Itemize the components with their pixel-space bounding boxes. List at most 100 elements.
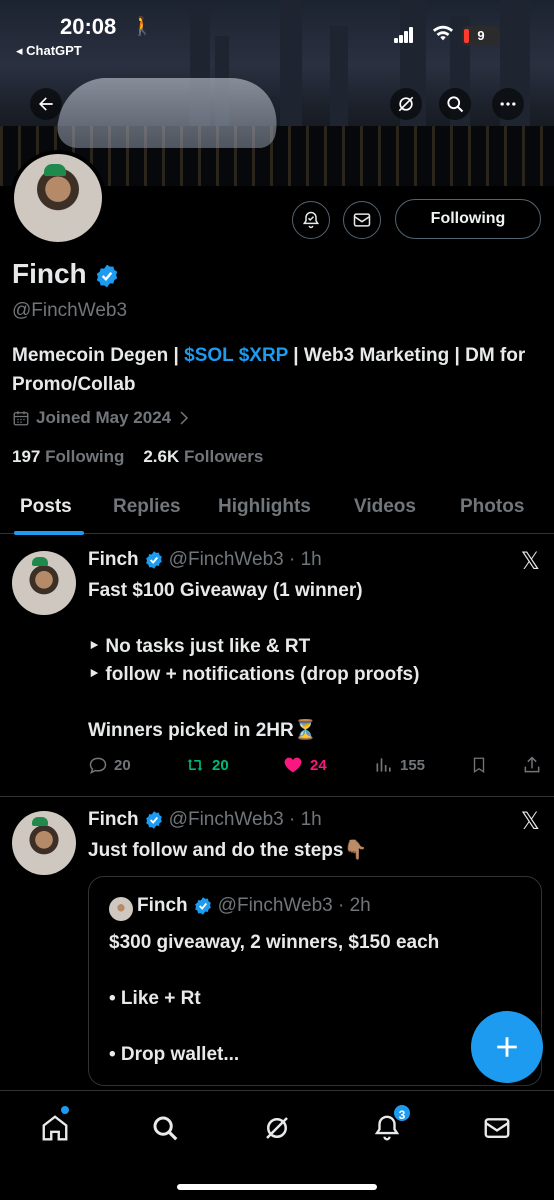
- tweet-actions: 20 20 24 155: [88, 755, 542, 779]
- tweet[interactable]: Finch @FinchWeb3 · 1h 𝕏 Fast $100 Giveaw…: [0, 535, 554, 797]
- reply-count: 20: [114, 756, 131, 774]
- tweet-avatar[interactable]: [12, 811, 76, 875]
- views-button[interactable]: 155: [374, 755, 425, 775]
- profile-handle: @FinchWeb3: [12, 300, 128, 321]
- message-button[interactable]: [343, 201, 381, 239]
- quoted-tweet-header: Finch @FinchWeb3 · 2h: [137, 895, 371, 917]
- tab-posts[interactable]: Posts: [20, 496, 72, 518]
- more-icon: [500, 102, 516, 106]
- bookmark-button[interactable]: [470, 755, 488, 775]
- reply-icon: [89, 757, 107, 774]
- home-indicator: [177, 1184, 377, 1190]
- quoted-line: • Like + Rt: [109, 988, 201, 1009]
- home-icon: [42, 1115, 68, 1141]
- like-button[interactable]: 24: [282, 755, 327, 775]
- back-button[interactable]: [30, 88, 62, 120]
- retweet-count: 20: [212, 756, 229, 774]
- profile-name-text: Finch: [12, 258, 87, 289]
- notify-button[interactable]: [292, 201, 330, 239]
- joined-text: Joined May 2024: [36, 408, 172, 427]
- follow-stats: 197 Following 2.6K Followers: [12, 447, 263, 467]
- tab-replies[interactable]: Replies: [113, 496, 181, 518]
- tweet-line: ‣ No tasks just like & RT: [88, 636, 311, 657]
- clock: 20:08: [60, 14, 117, 39]
- x-logo-icon: 𝕏: [520, 807, 540, 835]
- signal-icon: [394, 27, 414, 43]
- tweet-handle-time: @FinchWeb3 · 1h: [168, 809, 322, 830]
- joined-date: Joined May 2024: [12, 408, 191, 428]
- compose-button[interactable]: [471, 1011, 543, 1083]
- tab-photos[interactable]: Photos: [460, 496, 524, 518]
- nav-home[interactable]: [38, 1111, 72, 1145]
- tweet-text: Just follow and do the steps👇🏽: [88, 837, 538, 865]
- following-label: Following: [40, 447, 125, 466]
- quoted-line: • Drop wallet...: [109, 1044, 240, 1065]
- notification-bell-icon: [302, 211, 320, 229]
- back-arrow-icon: [39, 97, 53, 111]
- home-new-dot: [61, 1106, 69, 1114]
- followers-label: Followers: [179, 447, 264, 466]
- search-button[interactable]: [439, 88, 471, 120]
- following-count: 197: [12, 447, 41, 466]
- tweet-avatar[interactable]: [12, 551, 76, 615]
- followers-link[interactable]: 2.6K Followers: [143, 447, 263, 466]
- quoted-handle-time: @FinchWeb3 · 2h: [217, 895, 371, 916]
- nav-search[interactable]: [148, 1111, 182, 1145]
- tweet-handle-time: @FinchWeb3 · 1h: [168, 549, 322, 570]
- verified-icon: [145, 551, 162, 569]
- wifi-icon: [432, 25, 454, 41]
- tab-highlights[interactable]: Highlights: [218, 496, 311, 518]
- tweet-author-name[interactable]: Finch: [88, 549, 139, 571]
- reply-button[interactable]: 20: [88, 755, 131, 775]
- notifications-badge: 3: [392, 1103, 412, 1123]
- profile-avatar[interactable]: [10, 150, 106, 246]
- verified-icon: [194, 897, 211, 915]
- person-icon: 🚶: [131, 16, 154, 36]
- share-icon: [524, 756, 540, 773]
- retweet-icon: [187, 759, 203, 771]
- quoted-tweet-avatar: [109, 897, 133, 921]
- views-icon: [376, 758, 391, 772]
- tweet-line: Just follow and do the steps👇🏽: [88, 840, 368, 861]
- chevron-right-icon[interactable]: [177, 409, 191, 427]
- x-logo-icon: 𝕏: [520, 547, 540, 575]
- bio-text: Memecoin Degen |: [12, 345, 185, 366]
- status-bar: 20:08 🚶 ◂ ChatGPT 9: [0, 0, 554, 60]
- tab-videos[interactable]: Videos: [354, 496, 416, 518]
- calendar-icon: [13, 411, 29, 426]
- verified-icon: [145, 811, 162, 829]
- retweet-button[interactable]: 20: [184, 755, 229, 775]
- search-icon: [153, 1116, 178, 1141]
- grok-button[interactable]: [390, 88, 422, 120]
- tweet-header: Finch @FinchWeb3 · 1h: [88, 809, 322, 831]
- tweet-text: Fast $100 Giveaway (1 winner) ‣ No tasks…: [88, 577, 538, 745]
- quoted-line: $300 giveaway, 2 winners, $150 each: [109, 932, 440, 953]
- cashtag-link[interactable]: $SOL $XRP: [184, 345, 288, 366]
- heart-icon: [284, 757, 302, 773]
- following-link[interactable]: 197 Following: [12, 447, 124, 466]
- profile-name: Finch: [12, 258, 120, 290]
- like-count: 24: [310, 756, 327, 774]
- mail-icon: [484, 1118, 510, 1138]
- views-count: 155: [400, 756, 426, 774]
- tweet-line: Winners picked in 2HR⏳: [88, 720, 318, 741]
- back-to-app-link[interactable]: ◂ ChatGPT: [16, 43, 82, 59]
- profile-tabs: Posts Replies Highlights Videos Photos: [0, 484, 554, 534]
- profile-bio: Memecoin Degen | $SOL $XRP | Web3 Market…: [12, 341, 542, 399]
- tweet-author-name[interactable]: Finch: [88, 809, 139, 831]
- plus-icon: [497, 1037, 517, 1057]
- bookmark-icon: [473, 757, 485, 774]
- share-button[interactable]: [522, 755, 542, 775]
- battery-indicator: 9: [462, 26, 500, 46]
- verified-icon[interactable]: [94, 263, 120, 289]
- more-button[interactable]: [492, 88, 524, 120]
- search-icon: [447, 96, 464, 113]
- mail-icon: [353, 213, 371, 227]
- followers-count: 2.6K: [143, 447, 180, 466]
- tweet-line: ‣ follow + notifications (drop proofs): [88, 664, 420, 685]
- tweet-header: Finch @FinchWeb3 · 1h: [88, 549, 322, 571]
- following-button[interactable]: Following: [395, 199, 541, 239]
- nav-grok[interactable]: [260, 1111, 294, 1145]
- nav-messages[interactable]: [480, 1111, 514, 1145]
- grok-icon: [266, 1117, 288, 1139]
